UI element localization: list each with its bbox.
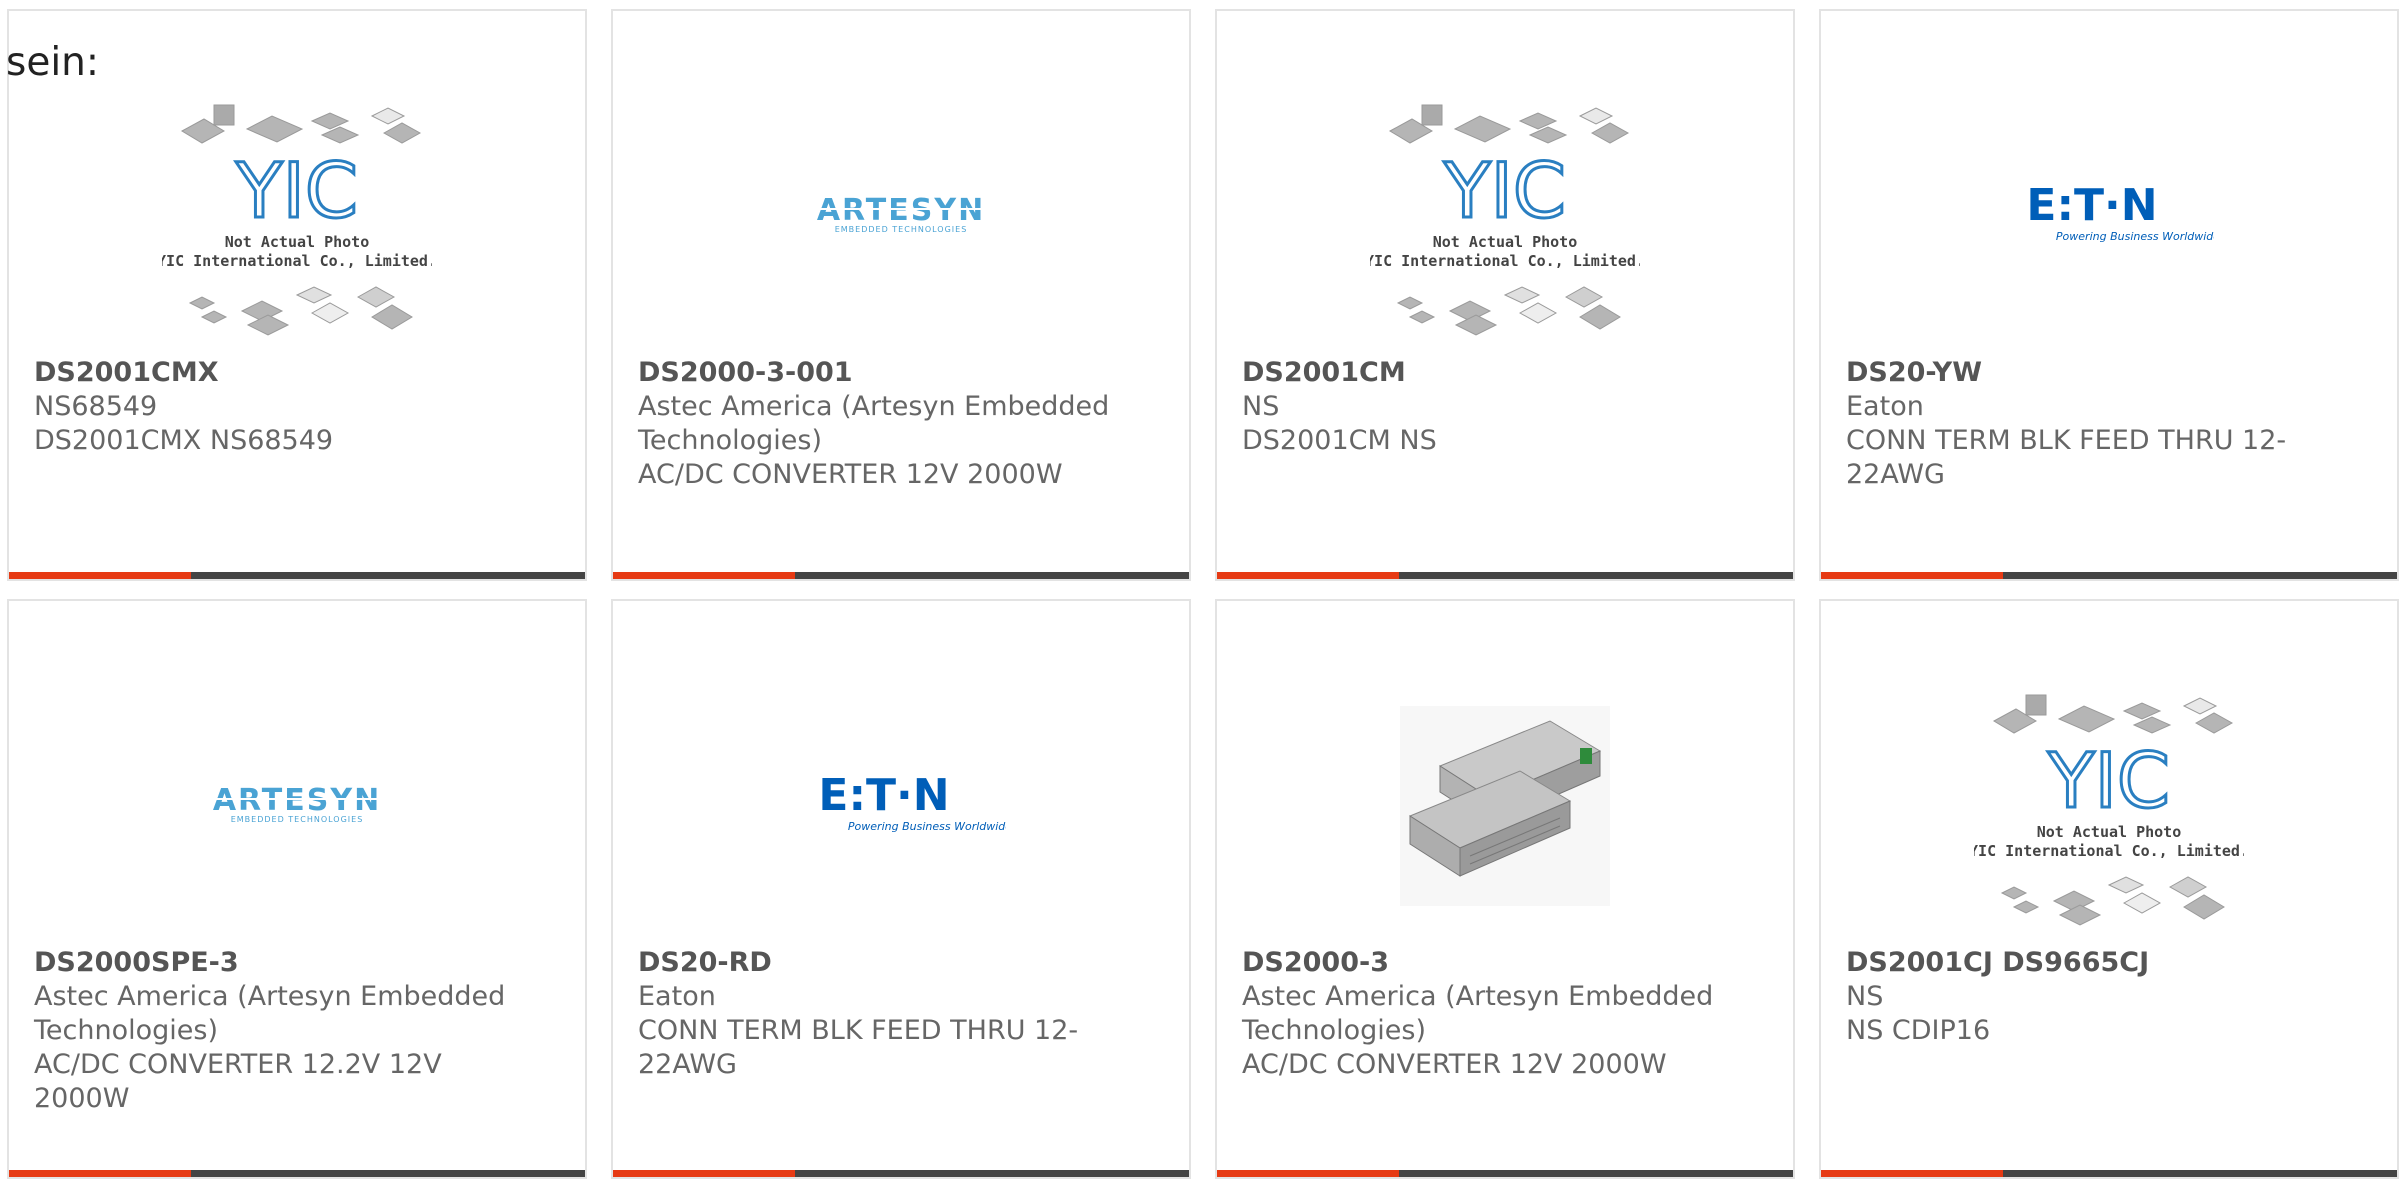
product-card[interactable]: ARTESYN EMBEDDED TECHNOLOGIES DS2000SPE-… — [7, 599, 587, 1179]
artesyn-logo: ARTESYN EMBEDDED TECHNOLOGIES — [212, 783, 382, 824]
card-accent-bar — [9, 572, 191, 579]
part-number-link[interactable]: DS2001CMX — [34, 356, 525, 390]
description: AC/DC CONVERTER 12V 2000W — [638, 459, 1063, 490]
card-accent-bar — [613, 572, 795, 579]
manufacturer: Astec America (Artesyn Embedded Technolo… — [1242, 981, 1714, 1046]
product-card[interactable]: YIC Not Actual Photo YIC International C… — [1819, 599, 2399, 1179]
yic-logo-text: YIC — [1443, 146, 1566, 235]
product-thumbnail[interactable]: YIC Not Actual Photo YIC International C… — [9, 81, 585, 351]
card-accent-bar — [1821, 572, 2003, 579]
product-info: DS2001CMX NS68549 DS2001CMX NS68549 — [34, 356, 525, 458]
artesyn-tagline: EMBEDDED TECHNOLOGIES — [231, 815, 364, 824]
yic-line1: Not Actual Photo — [225, 233, 370, 251]
card-accent-bar — [1217, 572, 1399, 579]
product-thumbnail[interactable]: YIC Not Actual Photo YIC International C… — [1217, 81, 1793, 351]
eaton-tagline: Powering Business Worldwide — [2056, 230, 2214, 243]
description: CONN TERM BLK FEED THRU 12-22AWG — [638, 1015, 1079, 1080]
product-info: DS2001CM NS DS2001CM NS — [1242, 356, 1733, 458]
eaton-logo: E:T·N Powering Business Worldwide — [818, 770, 1006, 833]
artesyn-logo: ARTESYN EMBEDDED TECHNOLOGIES — [816, 193, 986, 234]
manufacturer: NS — [1242, 391, 1280, 422]
yic-line2: YIC International Co., Limited. — [1974, 842, 2244, 860]
description: DS2001CMX NS68549 — [34, 425, 334, 456]
product-thumbnail[interactable]: E:T·N Powering Business Worldwide — [613, 671, 1189, 941]
product-thumbnail[interactable]: ARTESYN EMBEDDED TECHNOLOGIES — [9, 671, 585, 941]
eaton-tagline: Powering Business Worldwide — [848, 820, 1006, 833]
manufacturer: Astec America (Artesyn Embedded Technolo… — [638, 391, 1110, 456]
card-accent-bar — [9, 1170, 191, 1177]
part-number-link[interactable]: DS2000-3 — [1242, 946, 1733, 980]
yic-logo-text: YIC — [235, 146, 358, 235]
product-info: DS20-YW Eaton CONN TERM BLK FEED THRU 12-2… — [1846, 356, 2337, 492]
card-bottom-bar — [613, 572, 1189, 579]
card-bottom-bar — [613, 1170, 1189, 1177]
card-accent-bar — [1821, 1170, 2003, 1177]
prefix-text: sein: — [6, 40, 100, 85]
part-number-link[interactable]: DS2000-3-001 — [638, 356, 1129, 390]
product-card[interactable]: DS2000-3 Astec America (Artesyn Embedded … — [1215, 599, 1795, 1179]
product-info: DS2000SPE-3 Astec America (Artesyn Embedd… — [34, 946, 525, 1116]
card-accent-bar — [1217, 1170, 1399, 1177]
description: AC/DC CONVERTER 12.2V 12V 2000W — [34, 1049, 442, 1114]
card-accent-bar — [613, 1170, 795, 1177]
card-bottom-bar — [1821, 1170, 2397, 1177]
manufacturer: Eaton — [1846, 391, 1924, 422]
yic-placeholder-image: YIC Not Actual Photo YIC International C… — [162, 104, 432, 336]
description: AC/DC CONVERTER 12V 2000W — [1242, 1049, 1667, 1080]
product-card[interactable]: E:T·N Powering Business Worldwide DS20-Y… — [1819, 9, 2399, 581]
card-bottom-bar — [1217, 572, 1793, 579]
card-bottom-bar — [9, 572, 585, 579]
part-number-link[interactable]: DS20-RD — [638, 946, 1129, 980]
power-supply-photo — [1400, 706, 1610, 906]
artesyn-name: ARTESYN — [817, 193, 985, 228]
product-thumbnail[interactable]: ARTESYN EMBEDDED TECHNOLOGIES — [613, 81, 1189, 351]
card-bottom-bar — [9, 1170, 585, 1177]
part-number-link[interactable]: DS2001CJ DS9665CJ — [1846, 946, 2337, 980]
description: CONN TERM BLK FEED THRU 12-22AWG — [1846, 425, 2287, 490]
artesyn-name: ARTESYN — [213, 783, 381, 818]
eaton-name: E:T·N — [818, 770, 949, 821]
part-number-link[interactable]: DS2001CM — [1242, 356, 1733, 390]
product-info: DS2000-3 Astec America (Artesyn Embedded … — [1242, 946, 1733, 1082]
yic-line1: Not Actual Photo — [2037, 823, 2182, 841]
yic-line2: YIC International Co., Limited. — [1370, 252, 1640, 270]
manufacturer: NS — [1846, 981, 1884, 1012]
manufacturer: NS68549 — [34, 391, 158, 422]
manufacturer: Astec America (Artesyn Embedded Technolo… — [34, 981, 506, 1046]
artesyn-tagline: EMBEDDED TECHNOLOGIES — [835, 225, 968, 234]
yic-line2: YIC International Co., Limited. — [162, 252, 432, 270]
product-info: DS2001CJ DS9665CJ NS NS CDIP16 — [1846, 946, 2337, 1048]
product-info: DS20-RD Eaton CONN TERM BLK FEED THRU 12-2… — [638, 946, 1129, 1082]
description: NS CDIP16 — [1846, 1015, 1991, 1046]
yic-logo-text: YIC — [2047, 736, 2170, 825]
product-thumbnail[interactable]: E:T·N Powering Business Worldwide — [1821, 81, 2397, 351]
eaton-name: E:T·N — [2026, 180, 2157, 231]
manufacturer: Eaton — [638, 981, 716, 1012]
product-thumbnail[interactable] — [1217, 671, 1793, 941]
part-number-link[interactable]: DS20-YW — [1846, 356, 2337, 390]
card-bottom-bar — [1217, 1170, 1793, 1177]
product-thumbnail[interactable]: YIC Not Actual Photo YIC International C… — [1821, 671, 2397, 941]
product-info: DS2000-3-001 Astec America (Artesyn Embed… — [638, 356, 1129, 492]
yic-placeholder-image: YIC Not Actual Photo YIC International C… — [1974, 694, 2244, 926]
product-card[interactable]: ARTESYN EMBEDDED TECHNOLOGIES DS2000-3-0… — [611, 9, 1191, 581]
description: DS2001CM NS — [1242, 425, 1437, 456]
product-card[interactable]: E:T·N Powering Business Worldwide DS20-R… — [611, 599, 1191, 1179]
card-bottom-bar — [1821, 572, 2397, 579]
part-number-link[interactable]: DS2000SPE-3 — [34, 946, 525, 980]
eaton-logo: E:T·N Powering Business Worldwide — [2026, 180, 2214, 243]
product-card[interactable]: YIC Not Actual Photo YIC International C… — [7, 9, 587, 581]
product-card[interactable]: YIC Not Actual Photo YIC International C… — [1215, 9, 1795, 581]
yic-line1: Not Actual Photo — [1433, 233, 1578, 251]
yic-placeholder-image: YIC Not Actual Photo YIC International C… — [1370, 104, 1640, 336]
